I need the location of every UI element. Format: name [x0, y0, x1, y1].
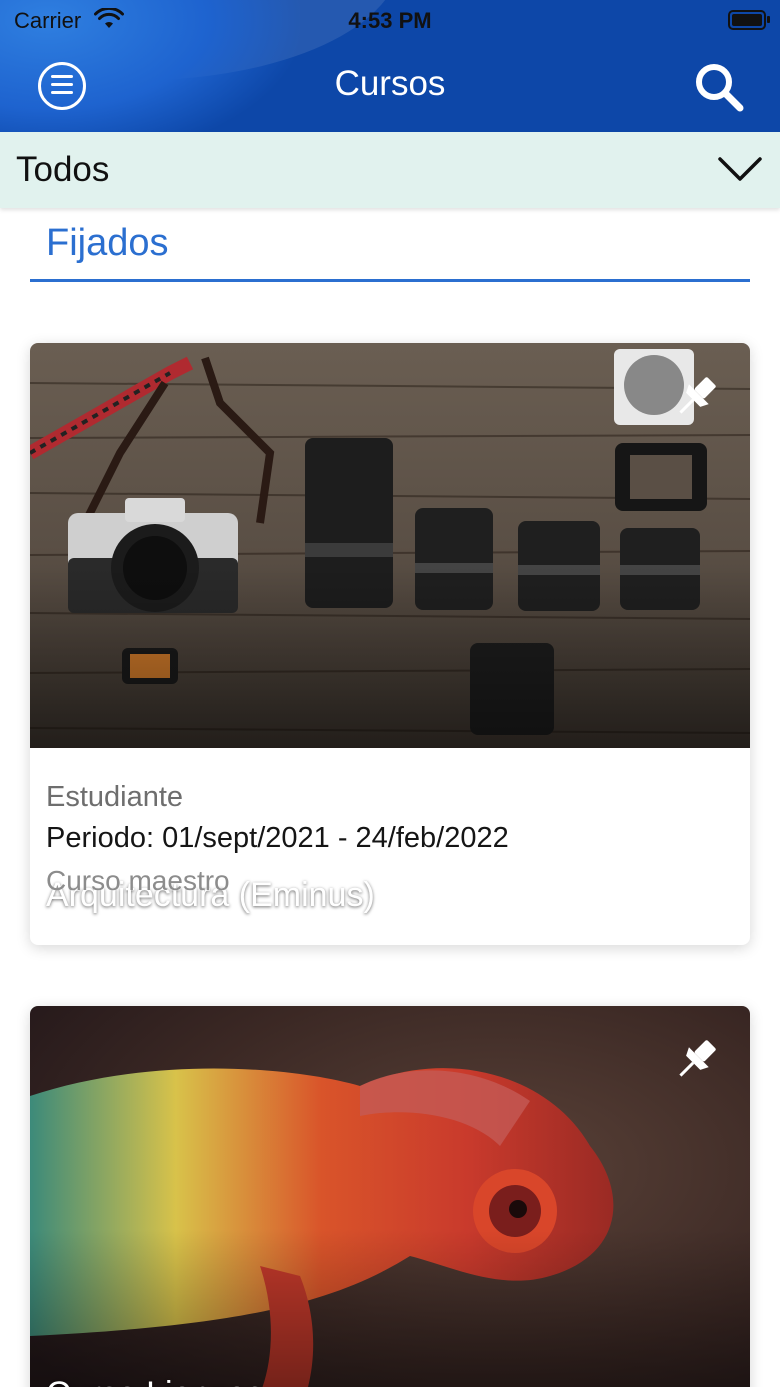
filter-selected-value: Todos — [16, 150, 110, 189]
search-icon[interactable] — [692, 60, 746, 114]
filter-dropdown[interactable]: Todos — [0, 132, 780, 208]
course-role: Estudiante — [46, 781, 184, 813]
course-period: Periodo: 01/sept/2021 - 24/feb/2022 — [46, 822, 509, 854]
section-underline — [30, 279, 750, 282]
pin-icon[interactable] — [670, 371, 722, 423]
course-card[interactable]: Curso Lienzos — [30, 1006, 750, 1387]
pin-icon[interactable] — [670, 1034, 722, 1086]
status-time: 4:53 PM — [348, 8, 432, 33]
course-card[interactable]: Arquitectura (Eminus) Estudiante Periodo… — [30, 343, 750, 945]
course-details: Estudiante Periodo: 01/sept/2021 - 24/fe… — [46, 781, 509, 897]
course-image — [30, 1006, 750, 1387]
page-title: Cursos — [334, 64, 446, 103]
course-kind: Curso maestro — [46, 865, 230, 896]
course-image — [30, 343, 750, 748]
courses-screen: Carrier 4:53 PM Cursos Todos Fijados Arq… — [0, 0, 780, 1387]
app-header: Carrier 4:53 PM Cursos — [0, 0, 780, 132]
chevron-down-icon — [718, 157, 762, 181]
battery-icon — [728, 10, 770, 30]
course-title: Curso Lienzos — [46, 1375, 263, 1387]
status-bar: Carrier 4:53 PM — [0, 0, 780, 40]
section-title: Fijados — [46, 222, 169, 264]
